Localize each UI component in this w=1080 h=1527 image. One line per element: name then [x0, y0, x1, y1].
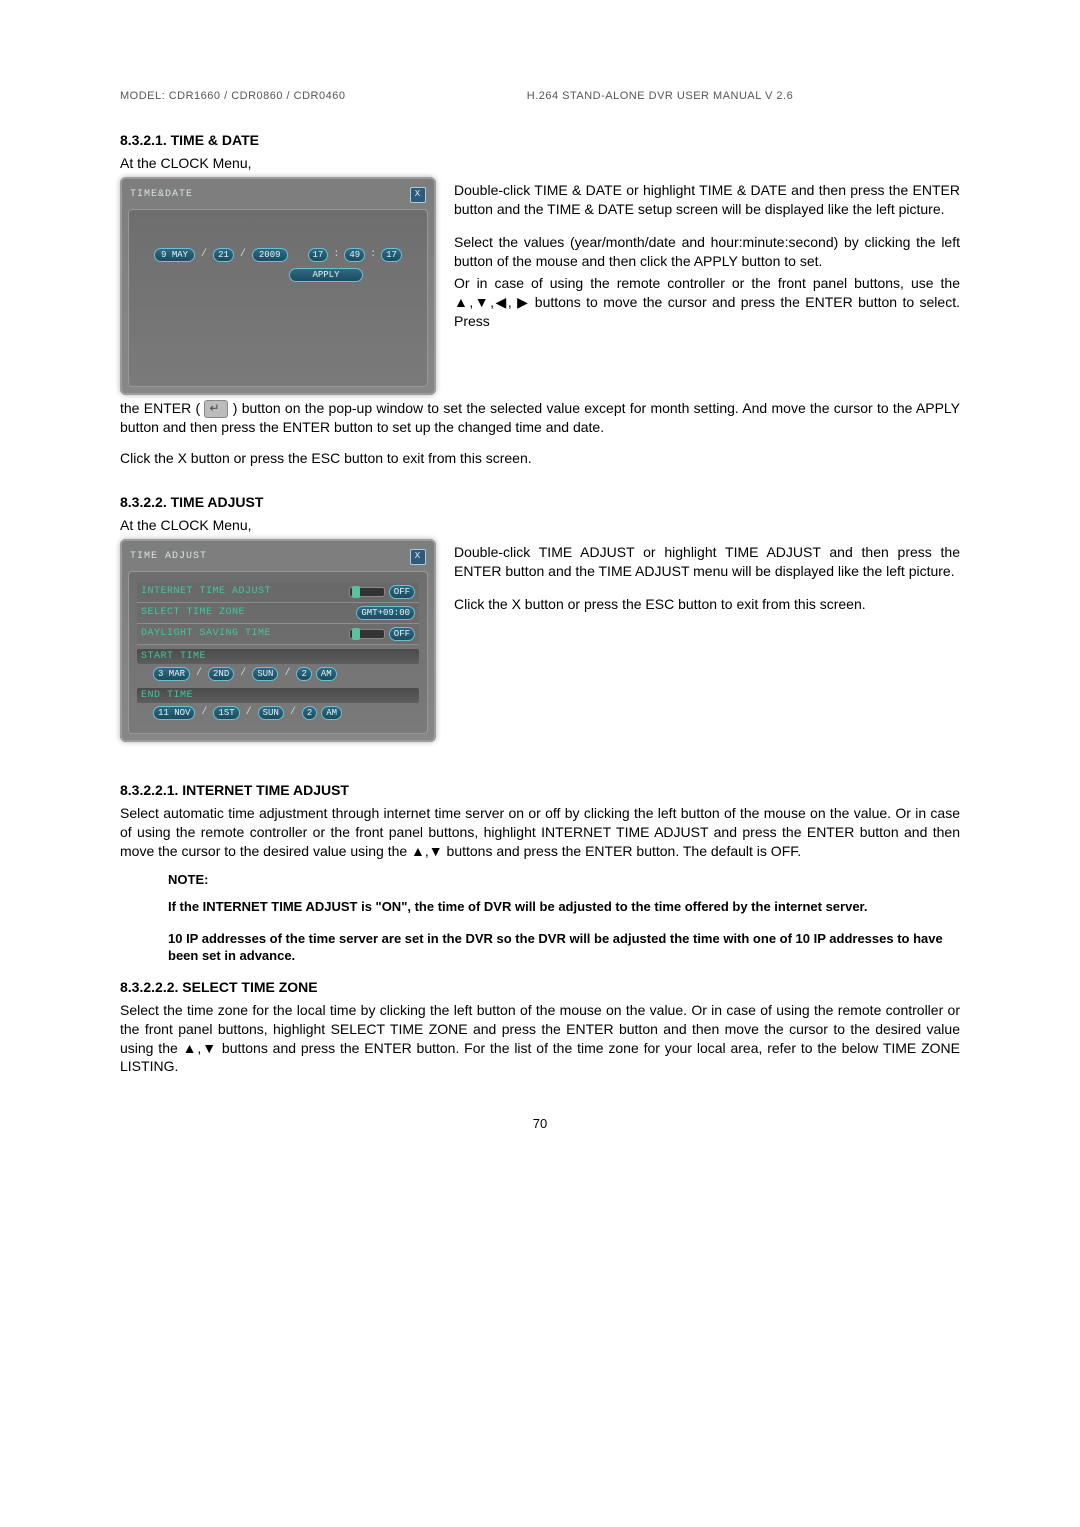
- end-ampm[interactable]: AM: [321, 706, 342, 720]
- row-select-time-zone[interactable]: SELECT TIME ZONE GMT+09:00: [137, 603, 419, 624]
- row-daylight-saving[interactable]: DAYLIGHT SAVING TIME OFF: [137, 624, 419, 645]
- time-adjust-window: TIME ADJUST X INTERNET TIME ADJUST OFF S…: [120, 539, 436, 742]
- end-hour[interactable]: 2: [302, 706, 317, 720]
- time-date-window: TIME&DATE X 9 MAY / 21 / 2009 17 : 49 : …: [120, 177, 436, 395]
- start-month[interactable]: 3 MAR: [153, 667, 190, 681]
- start-ampm[interactable]: AM: [316, 667, 337, 681]
- start-time-header: START TIME: [137, 649, 419, 664]
- time-date-p1: Double-click TIME & DATE or highlight TI…: [454, 181, 960, 219]
- select-time-zone-p1: Select the time zone for the local time …: [120, 1001, 960, 1077]
- start-time-row: 3 MAR/ 2ND/ SUN/ 2 AM: [137, 664, 419, 684]
- label-daylight-saving: DAYLIGHT SAVING TIME: [141, 628, 271, 639]
- heading-time-adjust: 8.3.2.2. TIME ADJUST: [120, 494, 960, 510]
- date-num-field[interactable]: 21: [213, 248, 234, 262]
- end-month[interactable]: 11 NOV: [153, 706, 195, 720]
- end-time-row: 11 NOV/ 1ST/ SUN/ 2 AM: [137, 703, 419, 723]
- page-header: MODEL: CDR1660 / CDR0860 / CDR0460 H.264…: [120, 90, 960, 102]
- time-date-title: TIME&DATE: [130, 189, 193, 200]
- heading-time-date: 8.3.2.1. TIME & DATE: [120, 132, 960, 148]
- time-mm-field[interactable]: 49: [344, 248, 365, 262]
- time-adjust-p2: Click the X button or press the ESC butt…: [454, 595, 960, 614]
- time-date-p5: Click the X button or press the ESC butt…: [120, 449, 960, 468]
- value-daylight-saving[interactable]: OFF: [389, 627, 415, 641]
- note-label: NOTE:: [168, 871, 960, 889]
- close-icon[interactable]: X: [410, 549, 426, 565]
- label-select-time-zone: SELECT TIME ZONE: [141, 607, 245, 618]
- intro-time-adjust: At the CLOCK Menu,: [120, 516, 960, 535]
- date-day-field[interactable]: 9 MAY: [154, 248, 195, 262]
- end-time-header: END TIME: [137, 688, 419, 703]
- slider-icon[interactable]: [349, 629, 385, 639]
- apply-button[interactable]: APPLY: [289, 268, 363, 282]
- time-date-p2: Select the values (year/month/date and h…: [454, 233, 960, 271]
- value-internet-time-adjust[interactable]: OFF: [389, 585, 415, 599]
- start-week[interactable]: 2ND: [208, 667, 234, 681]
- time-date-p4: the ENTER ( ) button on the pop-up windo…: [120, 399, 960, 437]
- intro-time-date: At the CLOCK Menu,: [120, 154, 960, 173]
- date-year-field[interactable]: 2009: [252, 248, 288, 262]
- note-1: If the INTERNET TIME ADJUST is "ON", the…: [168, 898, 960, 916]
- label-internet-time-adjust: INTERNET TIME ADJUST: [141, 586, 271, 597]
- value-select-time-zone[interactable]: GMT+09:00: [356, 606, 415, 620]
- header-title: H.264 STAND-ALONE DVR USER MANUAL V 2.6: [527, 90, 930, 102]
- time-adjust-title: TIME ADJUST: [130, 551, 207, 562]
- time-hh-field[interactable]: 17: [308, 248, 329, 262]
- time-ss-field[interactable]: 17: [381, 248, 402, 262]
- end-day[interactable]: SUN: [258, 706, 284, 720]
- time-adjust-p1: Double-click TIME ADJUST or highlight TI…: [454, 543, 960, 581]
- close-icon[interactable]: X: [410, 187, 426, 203]
- note-2: 10 IP addresses of the time server are s…: [168, 930, 960, 965]
- start-day[interactable]: SUN: [252, 667, 278, 681]
- start-hour[interactable]: 2: [296, 667, 311, 681]
- row-internet-time-adjust[interactable]: INTERNET TIME ADJUST OFF: [137, 582, 419, 603]
- header-model: MODEL: CDR1660 / CDR0860 / CDR0460: [120, 90, 523, 102]
- slider-icon[interactable]: [349, 587, 385, 597]
- heading-internet-time-adjust: 8.3.2.2.1. INTERNET TIME ADJUST: [120, 782, 960, 798]
- internet-time-adjust-p1: Select automatic time adjustment through…: [120, 804, 960, 861]
- page-number: 70: [120, 1116, 960, 1131]
- heading-select-time-zone: 8.3.2.2.2. SELECT TIME ZONE: [120, 979, 960, 995]
- end-week[interactable]: 1ST: [213, 706, 239, 720]
- enter-icon: [204, 400, 228, 418]
- time-date-p3: Or in case of using the remote controlle…: [454, 274, 960, 331]
